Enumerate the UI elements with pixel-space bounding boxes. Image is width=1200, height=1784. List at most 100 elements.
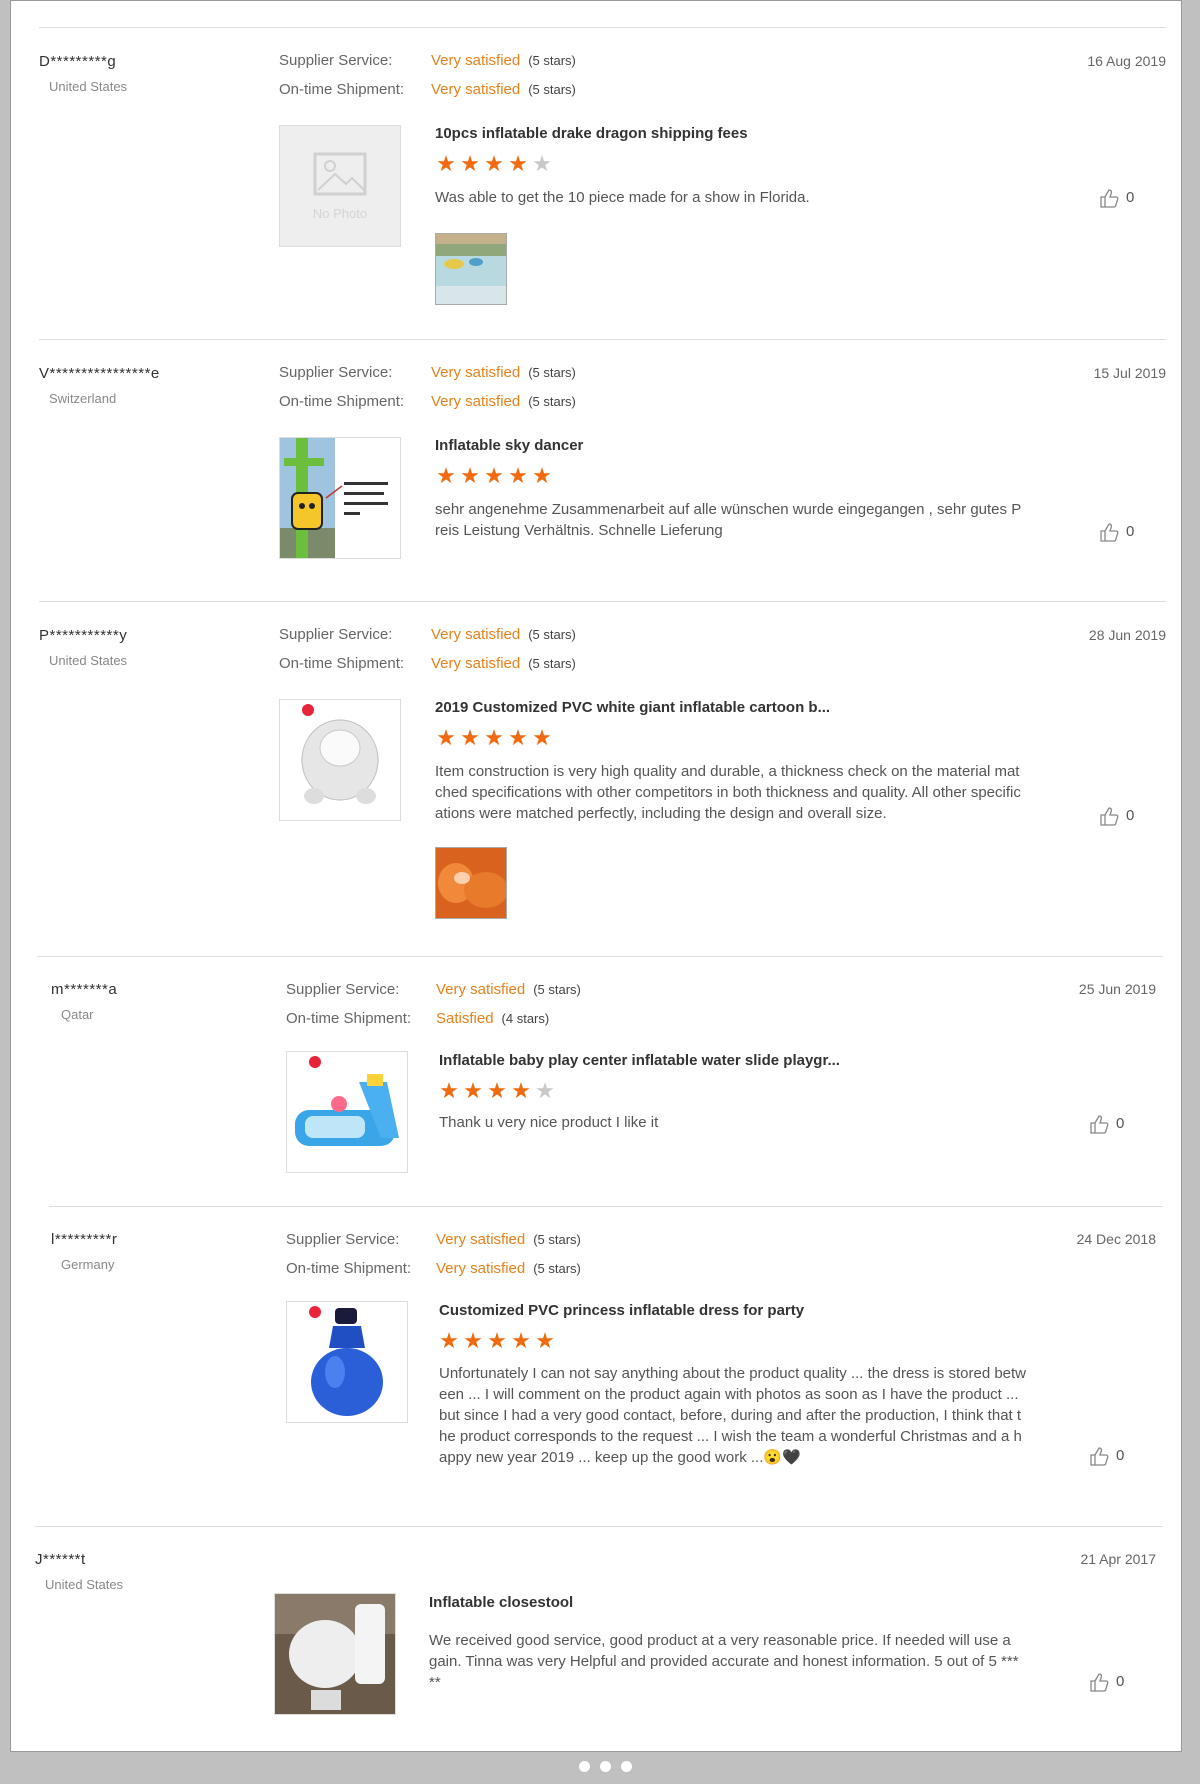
star-filled-icon: ★ <box>460 725 480 750</box>
on-time-shipment-value: Very satisfied <box>436 1260 526 1277</box>
no-photo-icon <box>313 152 367 196</box>
review-date: 16 Aug 2019 <box>1087 53 1166 69</box>
product-title[interactable]: Customized PVC princess inflatable dress… <box>439 1302 804 1319</box>
buyer-name: m*******a <box>51 981 118 998</box>
star-filled-icon: ★ <box>487 1328 507 1353</box>
buyer-country: Switzerland <box>49 391 117 406</box>
review-divider <box>39 339 1166 340</box>
review-date: 24 Dec 2018 <box>1076 1231 1156 1247</box>
star-filled-icon: ★ <box>508 463 528 488</box>
review-date: 28 Jun 2019 <box>1088 627 1166 643</box>
product-rating: ★ ★ ★ ★ ★ <box>437 1080 557 1102</box>
star-filled-icon: ★ <box>439 1328 459 1353</box>
review-divider <box>39 27 1166 28</box>
buyer-country: United States <box>49 653 128 668</box>
like-button[interactable]: 0 <box>1088 1445 1124 1467</box>
reviews-panel: D*********g United States Supplier Servi… <box>10 0 1182 1752</box>
supplier-service-row: Supplier Service: Very satisfied (5 stars) <box>286 980 581 1000</box>
buyer-name: l*********r <box>51 1231 118 1248</box>
supplier-service-stars: (5 stars) <box>528 365 576 380</box>
product-title[interactable]: 2019 Customized PVC white giant inflatab… <box>435 699 830 716</box>
like-count: 0 <box>1116 1447 1125 1464</box>
review-divider <box>35 1526 1163 1527</box>
supplier-service-stars: (5 stars) <box>528 53 576 68</box>
product-rating: ★ ★ ★ ★ ★ <box>434 465 554 487</box>
pagination-dot[interactable] <box>600 1761 611 1772</box>
product-rating: ★ ★ ★ ★ ★ <box>437 1330 557 1352</box>
pagination-dot[interactable] <box>621 1761 632 1772</box>
product-thumbnail[interactable] <box>286 1301 408 1423</box>
star-filled-icon: ★ <box>508 151 528 176</box>
thumbs-up-icon <box>1090 1447 1109 1466</box>
supplier-service-stars: (5 stars) <box>533 982 581 997</box>
review-photo[interactable] <box>435 847 507 919</box>
review-comment: Unfortunately I can not say anything abo… <box>439 1365 1027 1466</box>
product-rating: ★ ★ ★ ★ ★ <box>434 153 554 175</box>
review-comment: sehr angenehme Zusammenarbeit auf alle w… <box>435 501 1022 539</box>
on-time-shipment-row: On-time Shipment: Satisfied (4 stars) <box>286 1009 549 1029</box>
buyer-country: United States <box>49 79 128 94</box>
star-filled-icon: ★ <box>484 463 504 488</box>
review-divider <box>39 601 1166 602</box>
star-empty-icon: ★ <box>532 151 552 176</box>
thumbs-up-icon <box>1090 1115 1109 1134</box>
supplier-service-label: Supplier Service: <box>279 364 393 381</box>
supplier-service-label: Supplier Service: <box>279 626 393 643</box>
on-time-shipment-row: On-time Shipment: Very satisfied (5 stars) <box>279 392 576 412</box>
like-button[interactable]: 0 <box>1088 1113 1124 1135</box>
review-photo[interactable] <box>435 233 507 305</box>
on-time-shipment-row: On-time Shipment: Very satisfied (5 stars) <box>279 654 576 674</box>
supplier-service-label: Supplier Service: <box>286 981 400 998</box>
on-time-shipment-stars: (5 stars) <box>533 1261 581 1276</box>
product-thumbnail[interactable] <box>279 437 401 559</box>
product-title[interactable]: 10pcs inflatable drake dragon shipping f… <box>435 125 748 142</box>
like-button[interactable]: 0 <box>1098 521 1134 543</box>
no-photo-text: No Photo <box>312 206 368 221</box>
product-title[interactable]: Inflatable sky dancer <box>435 437 583 454</box>
on-time-shipment-value: Satisfied <box>436 1010 494 1027</box>
star-filled-icon: ★ <box>436 463 456 488</box>
product-title[interactable]: Inflatable baby play center inflatable w… <box>439 1052 840 1069</box>
supplier-service-label: Supplier Service: <box>279 52 393 69</box>
review-comment: Thank u very nice product I like it <box>439 1114 659 1131</box>
review-date: 21 Apr 2017 <box>1080 1551 1156 1567</box>
on-time-shipment-row: On-time Shipment: Very satisfied (5 stars) <box>279 80 576 100</box>
buyer-name: D*********g <box>39 53 117 70</box>
pagination-dots <box>574 1759 637 1777</box>
star-empty-icon: ★ <box>535 1078 555 1103</box>
star-filled-icon: ★ <box>439 1078 459 1103</box>
supplier-service-value: Very satisfied <box>431 52 521 69</box>
on-time-shipment-label: On-time Shipment: <box>279 81 405 98</box>
product-thumbnail[interactable] <box>286 1051 408 1173</box>
buyer-name: P***********y <box>39 627 128 644</box>
like-button[interactable]: 0 <box>1088 1671 1124 1693</box>
on-time-shipment-value: Very satisfied <box>431 393 521 410</box>
product-thumbnail[interactable] <box>274 1593 396 1715</box>
star-filled-icon: ★ <box>484 151 504 176</box>
supplier-service-value: Very satisfied <box>436 1231 526 1248</box>
thumbs-up-icon <box>1090 1673 1109 1692</box>
like-button[interactable]: 0 <box>1098 187 1134 209</box>
buyer-country: United States <box>45 1577 124 1592</box>
star-filled-icon: ★ <box>484 725 504 750</box>
like-count: 0 <box>1116 1673 1125 1690</box>
product-thumbnail[interactable] <box>279 699 401 821</box>
product-title[interactable]: Inflatable closestool <box>429 1594 573 1611</box>
buyer-name: J******t <box>35 1551 86 1568</box>
on-time-shipment-row: On-time Shipment: Very satisfied (5 stars) <box>286 1259 581 1279</box>
product-thumbnail[interactable]: No Photo <box>279 125 401 247</box>
star-filled-icon: ★ <box>511 1328 531 1353</box>
pagination-dot[interactable] <box>579 1761 590 1772</box>
star-filled-icon: ★ <box>460 463 480 488</box>
like-button[interactable]: 0 <box>1098 805 1134 827</box>
star-filled-icon: ★ <box>535 1328 555 1353</box>
sky-dancer-image <box>280 438 388 558</box>
supplier-service-value: Very satisfied <box>436 981 526 998</box>
star-filled-icon: ★ <box>463 1328 483 1353</box>
review-comment: Was able to get the 10 piece made for a … <box>435 189 810 206</box>
star-filled-icon: ★ <box>463 1078 483 1103</box>
supplier-service-label: Supplier Service: <box>286 1231 400 1248</box>
on-time-shipment-stars: (5 stars) <box>528 394 576 409</box>
on-time-shipment-stars: (5 stars) <box>528 656 576 671</box>
like-count: 0 <box>1116 1115 1125 1132</box>
